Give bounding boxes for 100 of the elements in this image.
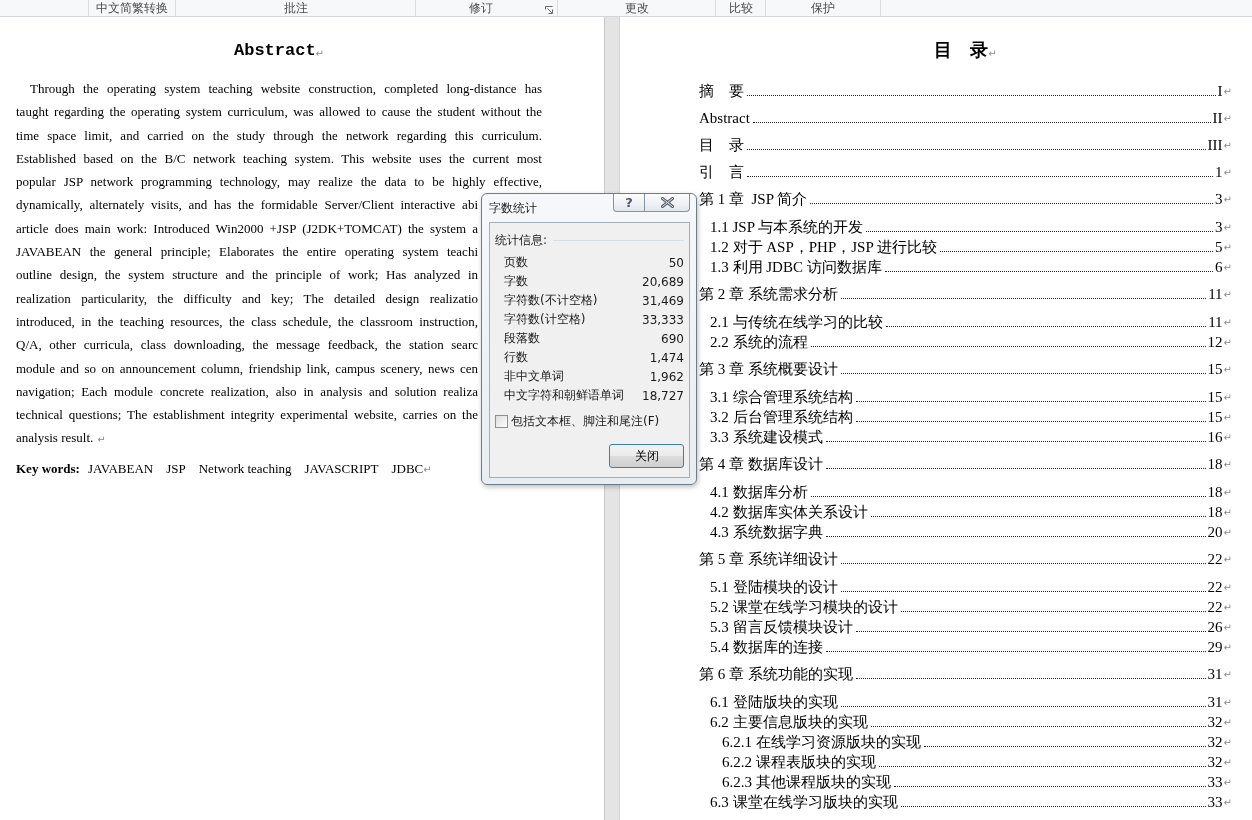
keyword: Network teaching — [198, 460, 292, 477]
page-number: 1 — [1215, 163, 1223, 182]
paragraph-mark: ↵ — [97, 433, 106, 446]
toc-entry: 1.1 JSP 与本系统的开发 — [710, 218, 864, 237]
paragraph-line: Q/A, other curricula, class downloading, the message feedback, the station searc — [16, 336, 478, 355]
paragraph-mark: ↵ — [1223, 669, 1232, 681]
paragraph-line: navigation; Each module concrete realization, also in analysis and solution realiza — [16, 382, 478, 401]
toc-entry: 第 2 章 系统需求分析 — [699, 285, 838, 304]
page-number: 29 — [1207, 638, 1223, 657]
paragraph-line: module and so on announcement column, friendship link, campus scenery, news cen — [16, 359, 478, 378]
page-number: 33 — [1207, 793, 1223, 812]
stat-value: 1,962 — [649, 369, 684, 384]
paragraph-mark: ↵ — [1223, 487, 1232, 499]
toc-entry: 目 录 — [699, 136, 744, 155]
page-number: 3 — [1215, 190, 1223, 209]
toc-entry: 6.2.2 课程表版块的实现 — [722, 753, 876, 772]
paragraph-mark: ↵ — [315, 48, 324, 60]
toc-entry: 3.3 系统建设模式 — [710, 428, 823, 447]
stat-value: 31,469 — [642, 293, 684, 308]
toc-entry: 3.2 后台管理系统结构 — [710, 408, 853, 427]
page-number: 11 — [1208, 313, 1223, 332]
stat-label: 非中文单词 — [504, 368, 564, 385]
page-title: 目 录 — [934, 39, 989, 62]
paragraph-mark: ↵ — [1223, 289, 1232, 301]
page-number: 20 — [1207, 523, 1223, 542]
dialog-title: 字数统计 — [489, 201, 537, 215]
page-number: III — [1207, 136, 1223, 155]
paragraph-mark: ↵ — [1223, 432, 1232, 444]
paragraph-mark: ↵ — [1223, 527, 1232, 539]
page-number: 18 — [1207, 483, 1223, 502]
checkbox-label[interactable]: 包括文本框、脚注和尾注(F) — [511, 412, 660, 430]
paragraph-line: dynamically, alternately visits, and has the formidable Server/Client interactive abi — [16, 196, 478, 215]
page-number: 5 — [1215, 238, 1223, 257]
paragraph-line: time space limit, and carried on the study through the network regarding this curriculum. — [16, 126, 542, 145]
toc-entry: 5.2 课堂在线学习模块的设计 — [710, 598, 898, 617]
paragraph-line: introduced, in the teaching resources, the class schedule, the classroom instruction, — [16, 312, 478, 331]
paragraph-mark: ↵ — [1223, 622, 1232, 634]
stat-label: 字符数(不计空格) — [504, 292, 598, 309]
page-number: 32 — [1207, 713, 1223, 732]
dialog-launcher-icon[interactable] — [545, 5, 553, 14]
toc-entry: 5.3 留言反馈模块设计 — [710, 618, 853, 637]
window-close-button[interactable] — [645, 194, 690, 212]
page-number: 18 — [1207, 503, 1223, 522]
keyword: JAVASCRIPT — [304, 460, 379, 477]
paragraph-mark: ↵ — [1223, 140, 1232, 152]
toc-entry: 4.1 数据库分析 — [710, 483, 808, 502]
paragraph-mark: ↵ — [1223, 757, 1232, 769]
paragraph-mark: ↵ — [1223, 717, 1232, 729]
help-button[interactable]: ? — [613, 194, 645, 212]
paragraph-mark: ↵ — [1223, 412, 1232, 424]
ribbon-group-label: 中文简繁转换 — [96, 0, 168, 16]
stat-label: 中文字符和朝鲜语单词 — [504, 387, 624, 404]
paragraph-line: JAVABEAN the general principle; Elaborates the entire operating system teachi — [16, 243, 478, 262]
paragraph-line: popular JSP network programming technology, may realize the data to be highly effective, — [16, 173, 542, 192]
paragraph-line: realization particularity, the difficulty and key; The detailed design realizatio — [16, 289, 478, 308]
paragraph-mark: ↵ — [1223, 364, 1232, 376]
paragraph-line: analysis result. — [16, 429, 94, 448]
page-number: 32 — [1207, 753, 1223, 772]
ribbon-group-label: 批注 — [283, 0, 308, 16]
paragraph-mark: ↵ — [1223, 86, 1232, 98]
stat-label: 行数 — [504, 349, 528, 366]
paragraph-line: technical questions; The establishment integrity experimental website, carries on the — [16, 406, 478, 425]
page-number: 12 — [1207, 333, 1223, 352]
toc-entry: 5.1 登陆模块的设计 — [710, 578, 838, 597]
checkbox[interactable] — [495, 414, 508, 428]
close-icon — [660, 197, 674, 208]
keyword: JSP — [166, 460, 186, 477]
page-number: 15 — [1207, 360, 1223, 379]
close-button[interactable]: 关闭 — [609, 444, 684, 468]
paragraph-mark: ↵ — [1223, 777, 1232, 789]
paragraph-mark: ↵ — [1223, 797, 1232, 809]
stat-value: 20,689 — [642, 274, 684, 289]
page-number: 22 — [1207, 578, 1223, 597]
paragraph-line: outline design, the system structure and the principle of work; Has analyzed in — [16, 266, 478, 285]
toc-entry: 3.1 综合管理系统结构 — [710, 388, 853, 407]
stat-label: 字符数(计空格) — [504, 311, 586, 328]
ribbon-group-label: 更改 — [624, 0, 649, 16]
page-number: 22 — [1207, 550, 1223, 569]
paragraph-mark: ↵ — [1223, 222, 1232, 234]
toc-entry: 6.1 登陆版块的实现 — [710, 693, 838, 712]
page-number: 11 — [1208, 285, 1223, 304]
toc-entry: 5.4 数据库的连接 — [710, 638, 823, 657]
paragraph-mark: ↵ — [1223, 507, 1232, 519]
toc-entry: 4.2 数据库实体关系设计 — [710, 503, 868, 522]
paragraph-mark: ↵ — [1223, 642, 1232, 654]
page-number: 22 — [1207, 598, 1223, 617]
paragraph-mark: ↵ — [1223, 697, 1232, 709]
paragraph-line: Established based on the B/C network teaching system. This website uses the current most — [16, 149, 542, 168]
stat-label: 字数 — [504, 273, 528, 290]
toc-entry: 1.3 利用 JDBC 访问数据库 — [710, 258, 882, 277]
stat-value: 1,474 — [649, 350, 684, 365]
stat-value: 33,333 — [642, 312, 684, 327]
paragraph-mark: ↵ — [1223, 737, 1232, 749]
keywords-label: Key words: — [16, 460, 80, 477]
paragraph-mark: ↵ — [1223, 602, 1232, 614]
toc-entry: 摘 要 — [699, 82, 744, 101]
paragraph-mark: ↵ — [1223, 194, 1232, 206]
page-number: II — [1212, 109, 1223, 128]
toc-entry: 第 4 章 数据库设计 — [699, 455, 823, 474]
page-number: 18 — [1207, 455, 1223, 474]
